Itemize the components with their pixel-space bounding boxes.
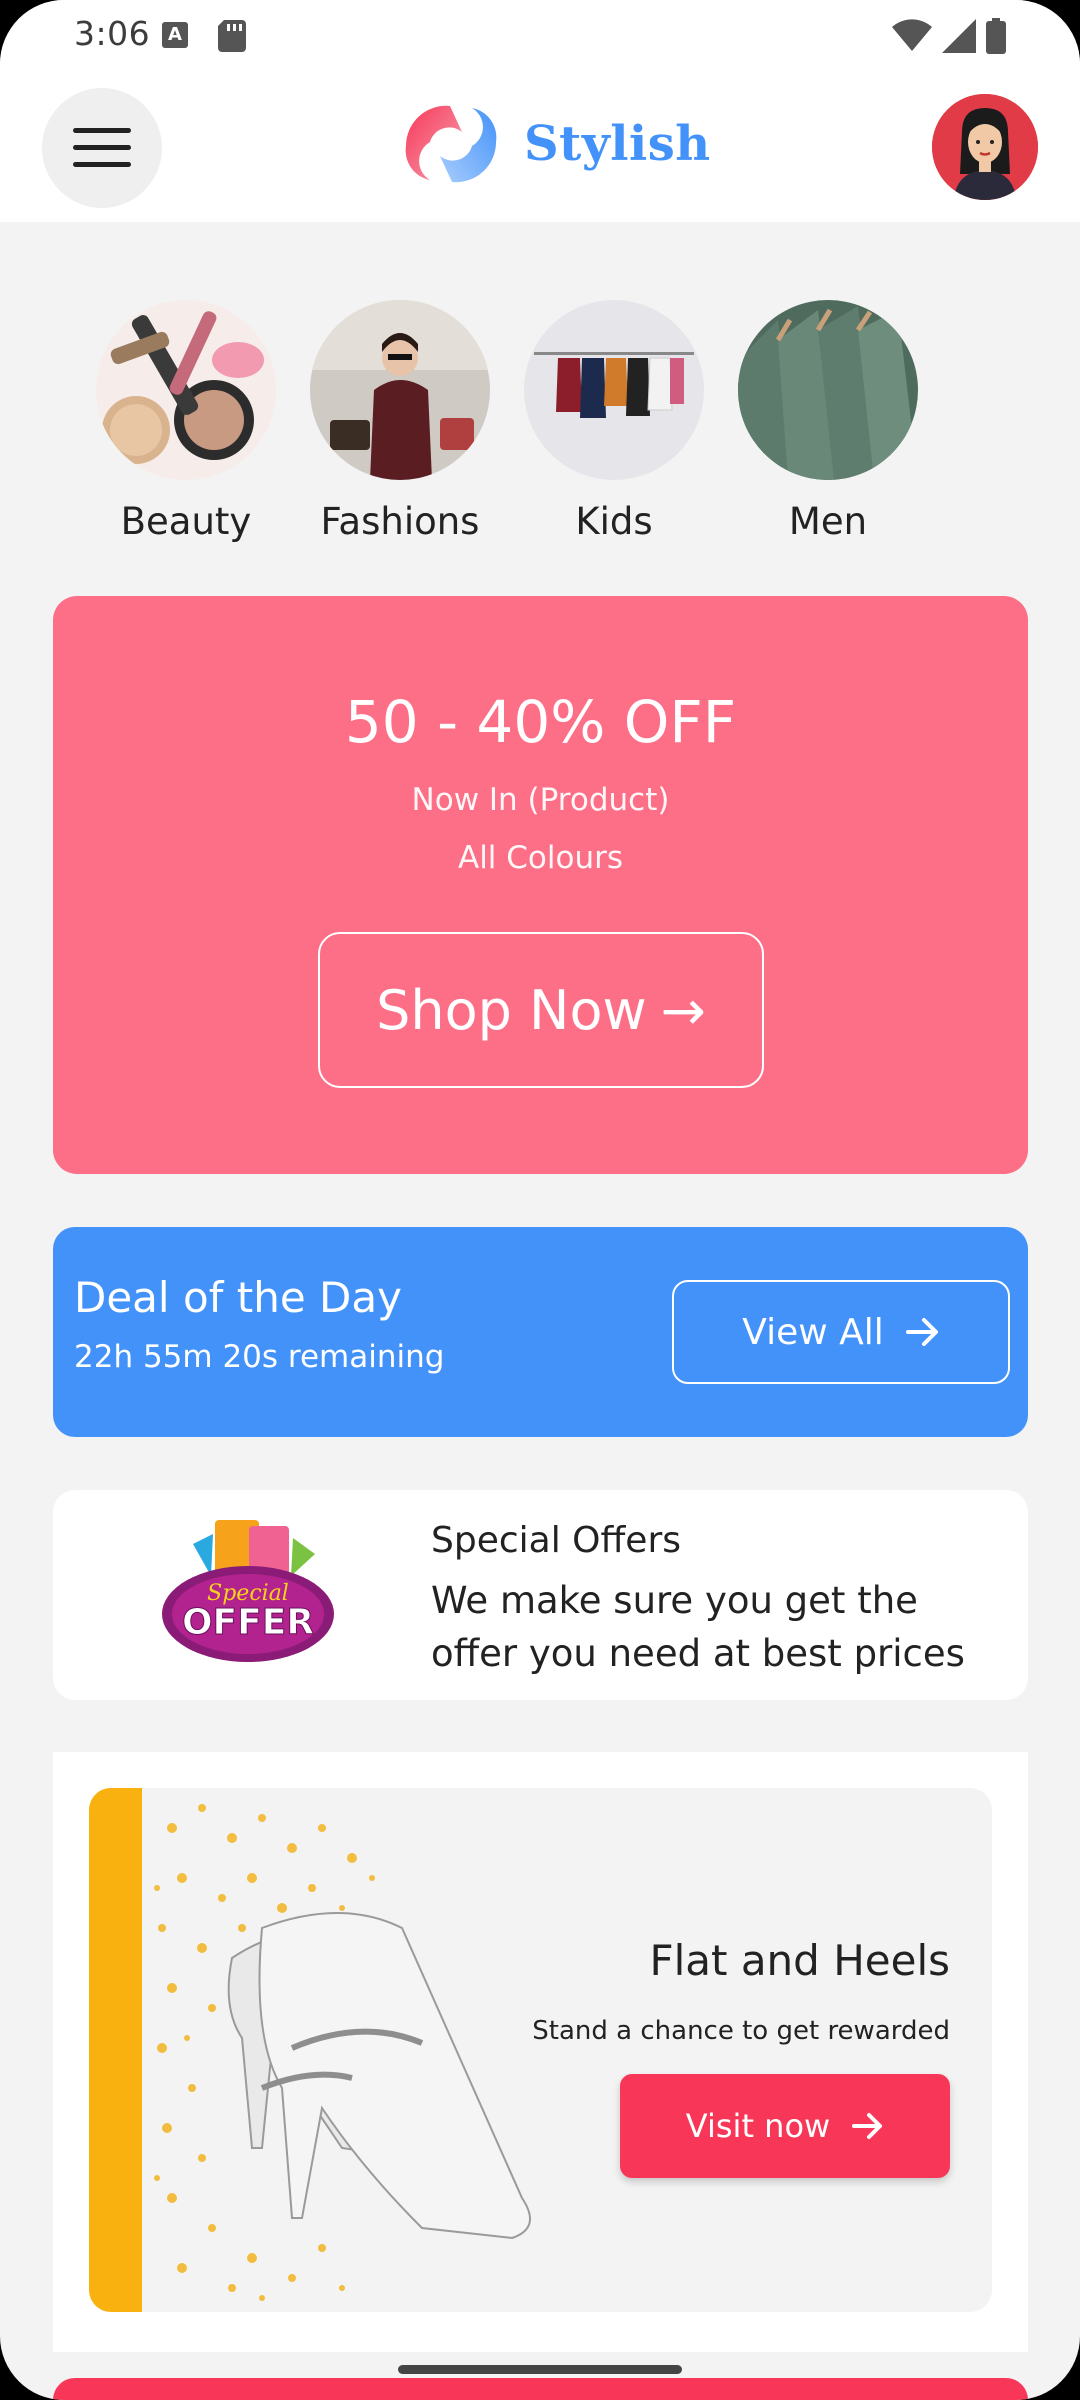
category-beauty[interactable]: Beauty bbox=[96, 300, 276, 543]
sd-card-icon bbox=[218, 20, 246, 52]
shop-now-label: Shop Now bbox=[376, 978, 647, 1042]
view-all-button[interactable]: View All bbox=[672, 1280, 1010, 1384]
arrow-right-icon bbox=[852, 2113, 883, 2139]
beauty-image bbox=[96, 300, 276, 480]
brand: Stylish bbox=[400, 102, 711, 186]
status-time: 3:06 bbox=[74, 14, 151, 53]
flat-and-heels-card: Flat and Heels Stand a chance to get rew… bbox=[89, 1788, 992, 2312]
promo-title: 50 - 40% OFF bbox=[344, 688, 737, 756]
heels-image bbox=[154, 1804, 531, 2301]
category-row: Beauty Fashions Kids Men bbox=[96, 300, 918, 543]
arrow-right-icon bbox=[905, 1318, 938, 1346]
view-all-label: View All bbox=[742, 1311, 884, 1353]
app-screen: 3:06 A Stylish Beauty Fashions Kids Men … bbox=[0, 0, 1080, 2400]
shop-now-button[interactable]: Shop Now → bbox=[318, 932, 764, 1088]
brand-logo-icon bbox=[405, 105, 497, 183]
heels-subtitle: Stand a chance to get rewarded bbox=[532, 2016, 950, 2046]
wifi-icon bbox=[892, 19, 932, 51]
menu-button[interactable] bbox=[42, 88, 162, 208]
arrow-right-icon: → bbox=[660, 978, 706, 1042]
visit-now-button[interactable]: Visit now bbox=[620, 2074, 950, 2178]
men-image bbox=[738, 300, 918, 480]
special-offers-description: We make sure you get the offer you need … bbox=[431, 1579, 965, 1675]
next-card-peek bbox=[53, 2378, 1028, 2400]
category-kids[interactable]: Kids bbox=[524, 300, 704, 543]
hamburger-icon bbox=[73, 128, 131, 168]
category-label: Beauty bbox=[120, 500, 252, 543]
heels-title: Flat and Heels bbox=[649, 1936, 950, 1985]
category-label: Kids bbox=[575, 500, 653, 543]
home-indicator[interactable] bbox=[398, 2365, 682, 2374]
fashions-image bbox=[310, 300, 490, 480]
category-men[interactable]: Men bbox=[738, 300, 918, 543]
special-offers-card[interactable]: Special OFFER Special Offers We make sur… bbox=[53, 1490, 1028, 1700]
deal-title: Deal of the Day bbox=[74, 1273, 402, 1322]
visit-now-label: Visit now bbox=[685, 2107, 831, 2145]
kids-image bbox=[524, 300, 704, 480]
promo-banner: 50 - 40% OFF Now In (Product) All Colour… bbox=[53, 596, 1028, 1174]
special-offers-title: Special Offers bbox=[431, 1520, 681, 1561]
avatar[interactable] bbox=[932, 94, 1038, 200]
category-label: Fashions bbox=[320, 500, 480, 543]
category-label: Men bbox=[788, 500, 868, 543]
accent-bar bbox=[89, 1788, 142, 2312]
app-header: Stylish bbox=[0, 72, 1080, 222]
deal-of-the-day: Deal of the Day 22h 55m 20s remaining Vi… bbox=[53, 1227, 1028, 1437]
keyboard-a-icon: A bbox=[162, 22, 188, 48]
brand-name: Stylish bbox=[524, 116, 711, 172]
special-offer-logo: Special OFFER bbox=[162, 1520, 334, 1662]
profile-avatar-icon bbox=[932, 94, 1038, 200]
special-logo-text-bottom: OFFER bbox=[182, 1602, 314, 1643]
flat-and-heels-section: Flat and Heels Stand a chance to get rew… bbox=[53, 1752, 1028, 2352]
promo-subtitle-2: All Colours bbox=[457, 840, 624, 876]
battery-icon bbox=[986, 18, 1006, 54]
status-bar: 3:06 A bbox=[0, 0, 1080, 72]
signal-icon bbox=[942, 19, 976, 53]
deal-timer: 22h 55m 20s remaining bbox=[74, 1339, 445, 1375]
category-fashions[interactable]: Fashions bbox=[310, 300, 490, 543]
promo-subtitle: Now In (Product) bbox=[411, 782, 670, 818]
